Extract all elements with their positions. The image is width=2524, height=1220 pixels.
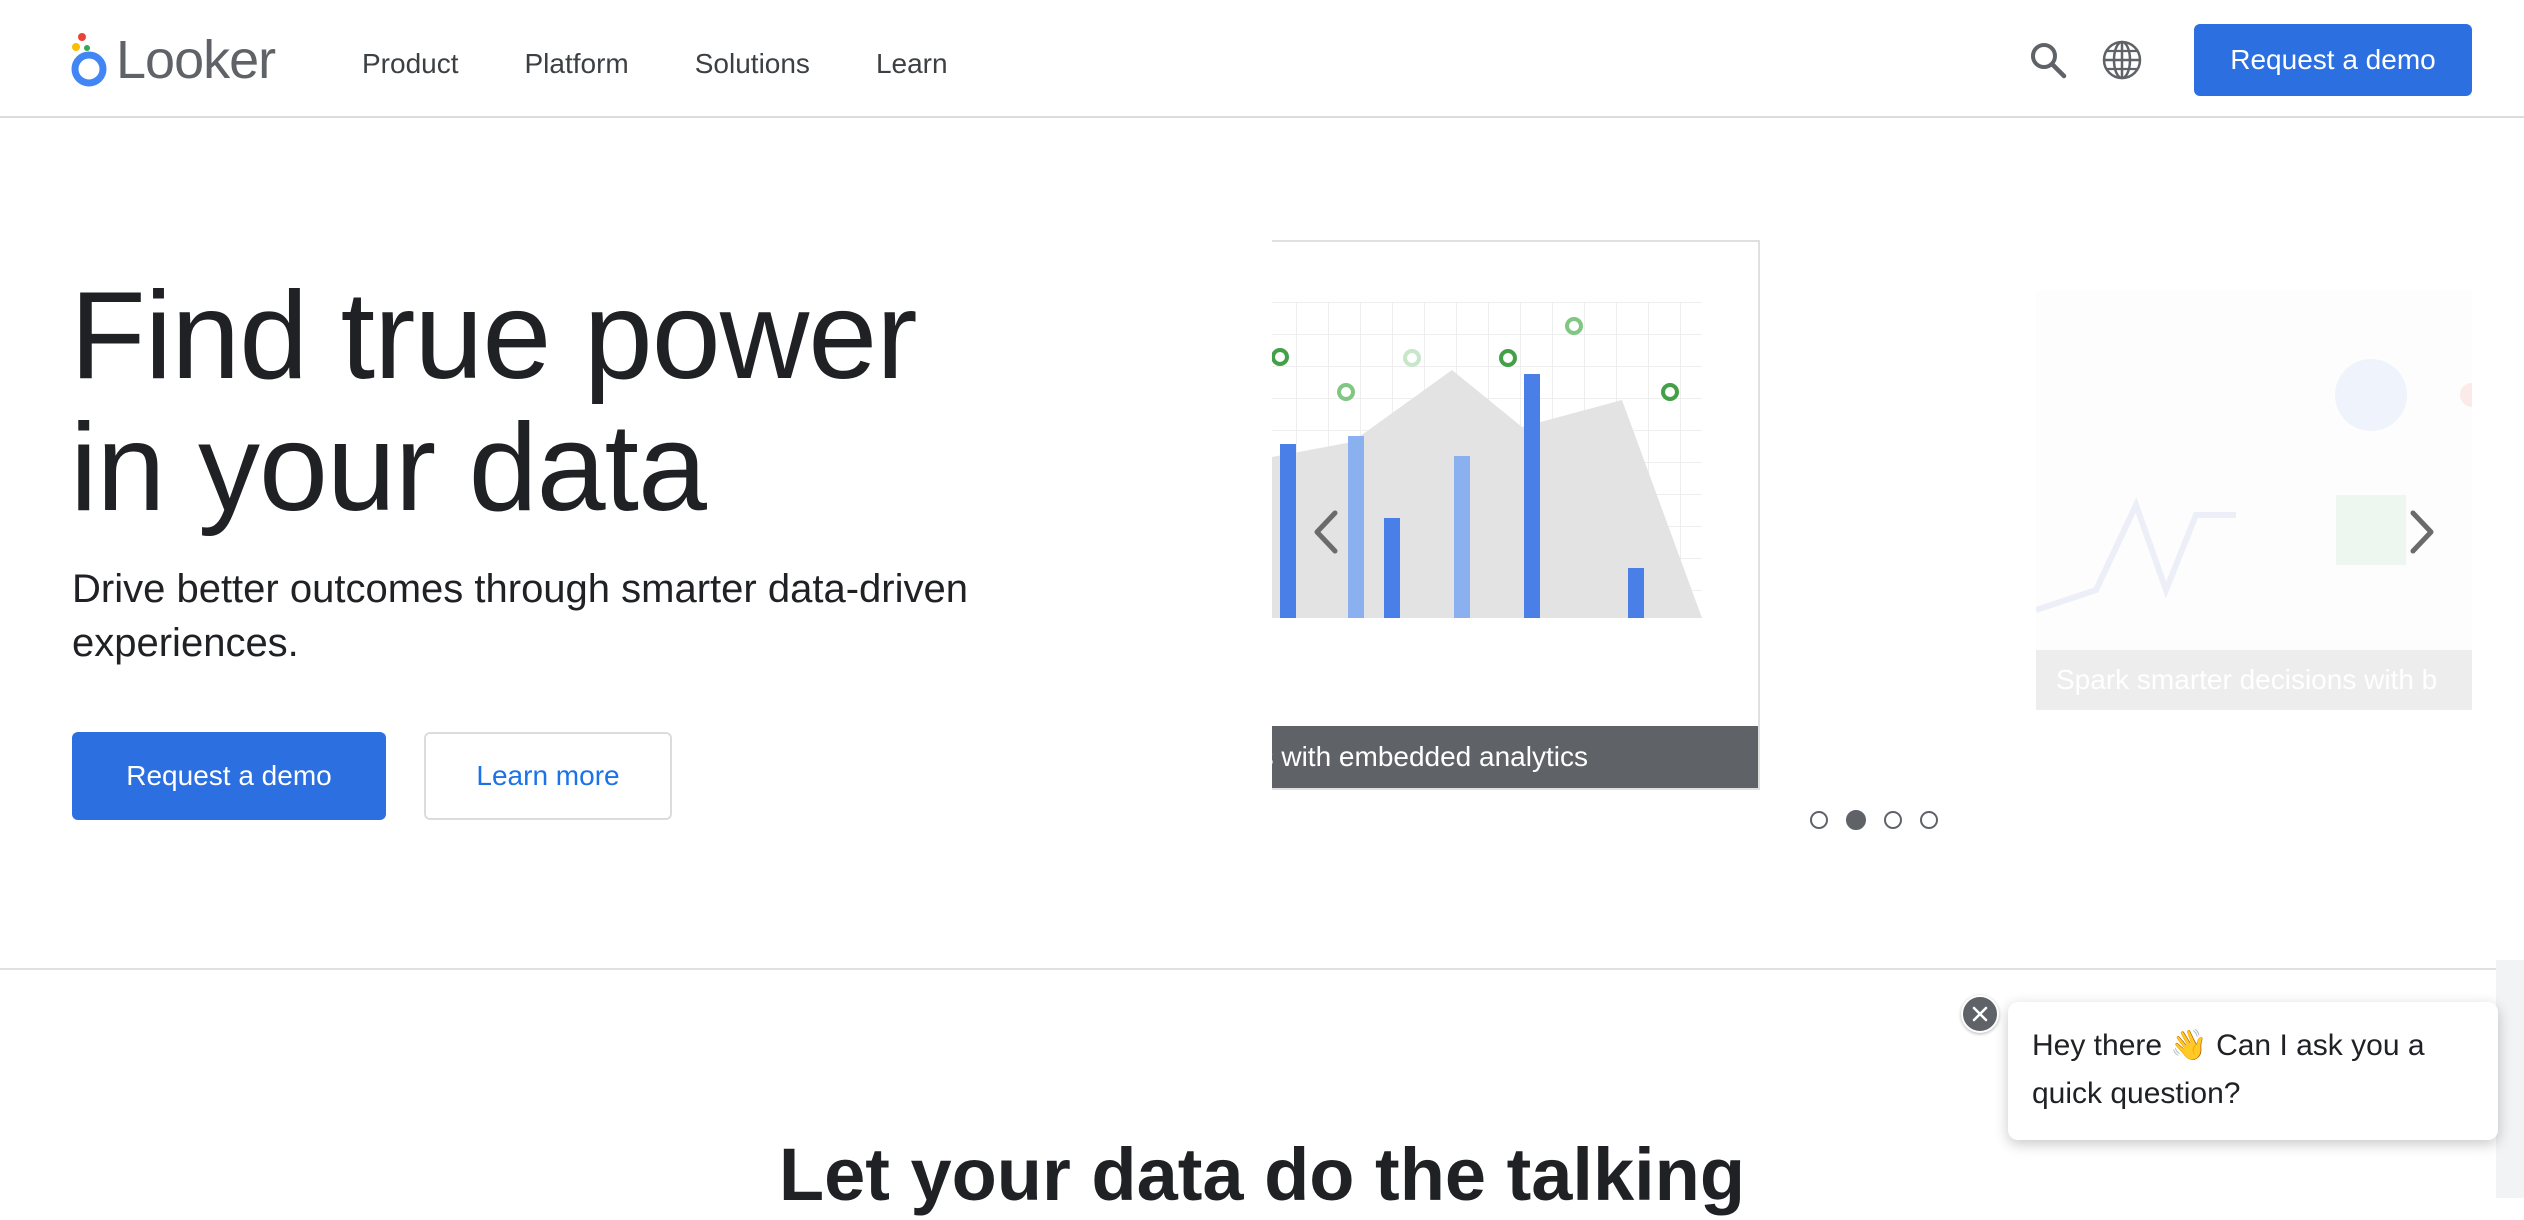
nav-learn[interactable]: Learn <box>876 44 948 84</box>
looker-logo-icon <box>71 33 107 87</box>
carousel-dot-2[interactable] <box>1846 810 1866 830</box>
hero-title-line2: in your data <box>70 399 707 537</box>
hero-learn-more-button[interactable]: Learn more <box>424 732 672 820</box>
carousel-dot-1[interactable] <box>1810 811 1828 829</box>
carousel-prev-button[interactable] <box>1306 502 1346 562</box>
analytics-illustration <box>1272 302 1702 618</box>
bar <box>1454 456 1470 618</box>
hero-request-demo-button[interactable]: Request a demo <box>72 732 386 820</box>
nav-platform[interactable]: Platform <box>525 44 629 84</box>
hero-subtitle: Drive better outcomes through smarter da… <box>72 567 968 665</box>
chevron-left-icon <box>1314 510 1338 554</box>
carousel-next-button[interactable] <box>2402 502 2442 562</box>
nav-solutions[interactable]: Solutions <box>695 44 810 84</box>
slide-caption-text: es with embedded analytics <box>1272 741 1588 772</box>
looker-logo[interactable]: Looker <box>70 30 276 90</box>
search-button[interactable] <box>2026 38 2070 82</box>
header-request-demo-button[interactable]: Request a demo <box>2194 24 2472 96</box>
chat-close-button[interactable] <box>1961 995 1999 1033</box>
main-nav: Product Platform Solutions Learn <box>362 44 1014 84</box>
bar <box>1628 568 1644 618</box>
chat-panel-edge <box>2496 960 2524 1198</box>
site-header: Looker Product Platform Solutions Learn … <box>0 0 2524 118</box>
section-title: Let your data do the talking <box>778 1133 1746 1216</box>
nav-product[interactable]: Product <box>362 44 459 84</box>
search-icon <box>2031 43 2067 79</box>
hero-title: Find true power in your data <box>70 270 1070 534</box>
section-divider <box>0 968 2524 970</box>
slide-caption: es with embedded analytics <box>1272 726 1758 788</box>
carousel-dots <box>1810 810 1956 830</box>
chevron-right-icon <box>2410 510 2434 554</box>
close-icon <box>1972 1006 1988 1022</box>
hero-title-line1: Find true power <box>70 267 918 405</box>
bar <box>1524 374 1540 618</box>
logo-wordmark: Looker <box>116 30 276 90</box>
carousel-dot-4[interactable] <box>1920 811 1938 829</box>
chat-prompt-bubble[interactable]: Hey there 👋 Can I ask you a quick questi… <box>2008 1002 2498 1140</box>
carousel-slide-next[interactable]: Spark smarter decisions with b <box>2036 290 2472 712</box>
bar <box>1384 518 1400 618</box>
next-slide-caption: Spark smarter decisions with b <box>2036 650 2472 710</box>
language-button[interactable] <box>2100 38 2144 82</box>
bar <box>1280 444 1296 618</box>
next-slide-illustration <box>2036 290 2472 650</box>
globe-icon <box>2102 40 2142 80</box>
carousel-dot-3[interactable] <box>1884 811 1902 829</box>
bar <box>1348 436 1364 618</box>
